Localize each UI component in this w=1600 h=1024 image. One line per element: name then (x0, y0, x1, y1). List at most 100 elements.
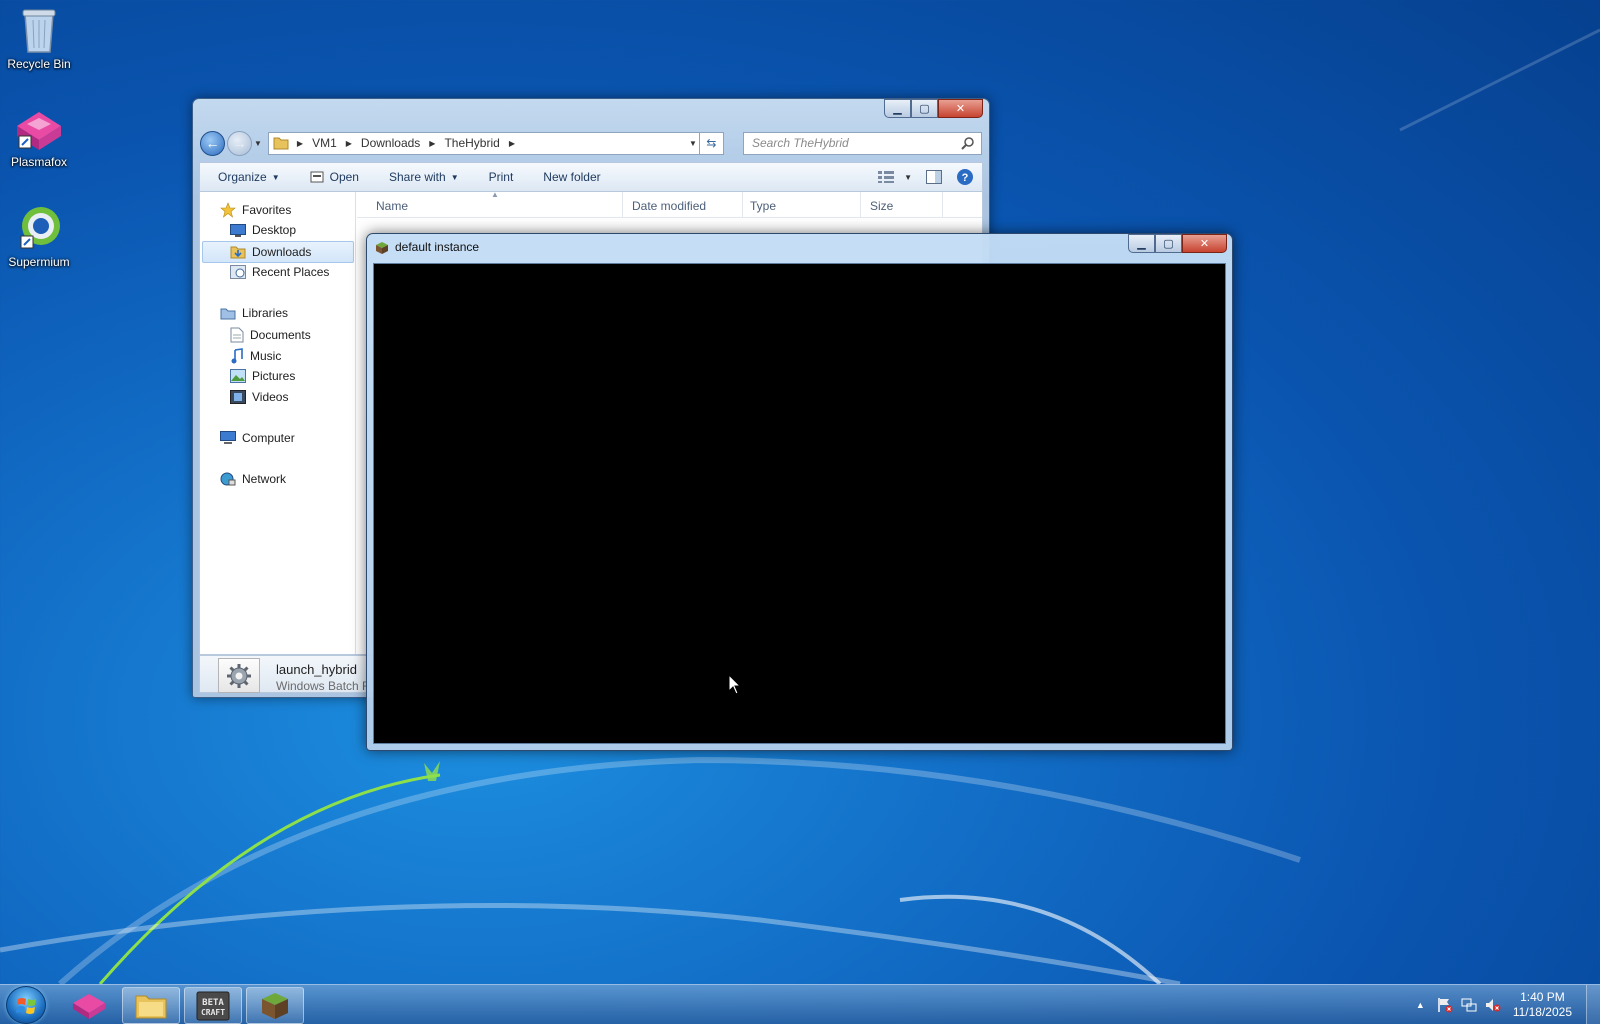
desktop-icon-supermium[interactable]: Supermium (0, 204, 78, 269)
nav-label: Music (250, 349, 282, 363)
back-button[interactable]: ← (200, 130, 225, 156)
column-date-modified[interactable]: Date modified (632, 199, 706, 213)
chevron-down-icon: ▼ (450, 172, 459, 182)
pictures-icon (230, 369, 246, 383)
show-hidden-icons-button[interactable]: ▲ (1416, 1000, 1425, 1010)
nav-label: Downloads (252, 245, 312, 259)
column-type[interactable]: Type (750, 199, 776, 213)
taskbar-plasmafox[interactable] (60, 987, 118, 1024)
search-input[interactable]: Search TheHybrid (743, 131, 982, 155)
svg-text:BETA: BETA (202, 998, 224, 1008)
svg-text:CRAFT: CRAFT (201, 1008, 225, 1017)
nav-favorites[interactable]: Favorites (220, 202, 291, 218)
organize-button[interactable]: Organize ▼ (218, 170, 280, 184)
breadcrumb-separator[interactable]: ▶ (509, 139, 515, 148)
nav-libraries[interactable]: Libraries (220, 306, 288, 320)
plasmafox-icon (17, 112, 61, 150)
batch-file-icon (218, 658, 260, 693)
address-dropdown[interactable]: ▼ (689, 139, 697, 148)
search-placeholder: Search TheHybrid (752, 136, 849, 150)
nav-downloads[interactable]: Downloads (202, 241, 354, 263)
preview-pane-icon[interactable] (926, 170, 942, 184)
close-button[interactable]: ✕ (938, 99, 983, 118)
game-window: default instance ▁ ▢ ✕ (366, 233, 1233, 751)
nav-label: Videos (252, 390, 289, 404)
desktop-icon-label: Recycle Bin (7, 57, 71, 71)
recycle-bin-icon (22, 9, 56, 53)
maximize-button[interactable]: ▢ (911, 99, 938, 118)
action-center-flag-icon[interactable] (1437, 997, 1453, 1013)
clock[interactable]: 1:40 PM 11/18/2025 (1513, 990, 1572, 1020)
view-controls: ▼ ? (878, 168, 974, 186)
star-icon (220, 202, 236, 218)
breadcrumb-separator[interactable]: ▶ (346, 139, 352, 148)
computer-icon (220, 431, 236, 444)
nav-label: Computer (242, 431, 295, 445)
nav-recent-places[interactable]: Recent Places (230, 265, 329, 279)
maximize-button[interactable]: ▢ (1155, 234, 1182, 253)
desktop-icon-recycle-bin[interactable]: Recycle Bin (0, 6, 78, 71)
minecraft-grass-icon (376, 242, 388, 254)
start-button[interactable] (6, 986, 46, 1024)
taskbar: BETA CRAFT ▲ 1:40 PM 11/18/2025 (0, 984, 1600, 1024)
close-button[interactable]: ✕ (1182, 234, 1227, 253)
folder-icon (273, 137, 289, 150)
window-controls: ▁ ▢ ✕ (884, 99, 983, 118)
minimize-button[interactable]: ▁ (884, 99, 911, 118)
breadcrumb-separator[interactable]: ▶ (429, 139, 435, 148)
command-bar: Organize ▼ Open Share with ▼ Print New fol… (199, 162, 983, 192)
nav-pictures[interactable]: Pictures (230, 369, 295, 383)
taskbar-file-explorer[interactable] (122, 987, 180, 1024)
desktop-icon-plasmafox[interactable]: Plasmafox (0, 106, 78, 169)
address-bar[interactable]: ▶ VM1 ▶ Downloads ▶ TheHybrid ▶ ▼ ⇆ (267, 131, 724, 155)
plasmafox-icon (73, 993, 105, 1019)
breadcrumb-vm1[interactable]: VM1 (312, 136, 337, 150)
minimize-button[interactable]: ▁ (1128, 234, 1155, 253)
nav-documents[interactable]: Documents (230, 327, 311, 343)
breadcrumb-thehybrid[interactable]: TheHybrid (444, 136, 499, 150)
downloads-folder-icon (230, 246, 246, 259)
game-canvas[interactable] (373, 263, 1226, 744)
column-divider[interactable] (942, 192, 943, 218)
print-button[interactable]: Print (489, 170, 514, 184)
new-folder-label: New folder (543, 170, 601, 184)
new-folder-button[interactable]: New folder (543, 170, 600, 184)
nav-videos[interactable]: Videos (230, 390, 288, 404)
help-icon[interactable]: ? (956, 168, 974, 186)
details-file-name: launch_hybrid (276, 662, 357, 677)
refresh-button[interactable]: ⇆ (698, 131, 723, 155)
open-label: Open (329, 170, 359, 184)
taskbar-betacraft[interactable]: BETA CRAFT (184, 987, 242, 1024)
nav-network[interactable]: Network (220, 472, 286, 486)
betacraft-icon: BETA CRAFT (196, 991, 230, 1020)
libraries-icon (220, 308, 236, 320)
desktop-icon-label: Supermium (8, 255, 70, 269)
show-desktop-button[interactable] (1586, 985, 1600, 1024)
open-button[interactable]: Open (310, 170, 359, 184)
column-divider[interactable] (860, 192, 861, 218)
column-size[interactable]: Size (870, 199, 893, 213)
chevron-down-icon: ▼ (271, 172, 280, 182)
nav-music[interactable]: Music (230, 348, 281, 364)
column-name[interactable]: Name (376, 199, 408, 213)
svg-text:?: ? (962, 172, 969, 184)
forward-button[interactable]: → (227, 130, 252, 156)
view-list-icon (878, 171, 895, 183)
documents-icon (230, 327, 244, 343)
network-status-icon[interactable] (1461, 997, 1477, 1013)
column-divider[interactable] (742, 192, 743, 218)
change-view-button[interactable]: ▼ (878, 171, 912, 183)
network-icon (220, 472, 236, 486)
nav-label: Pictures (252, 369, 296, 383)
nav-desktop[interactable]: Desktop (230, 223, 296, 237)
videos-icon (230, 390, 246, 404)
breadcrumb-downloads[interactable]: Downloads (361, 136, 420, 150)
recent-places-icon (230, 265, 246, 279)
recent-pages-dropdown[interactable]: ▼ (254, 139, 262, 148)
nav-computer[interactable]: Computer (220, 431, 295, 445)
share-with-button[interactable]: Share with ▼ (389, 170, 459, 184)
column-divider[interactable] (622, 192, 623, 218)
volume-muted-icon[interactable] (1485, 997, 1501, 1013)
system-tray: ▲ 1:40 PM 11/18/2025 (1416, 985, 1600, 1024)
taskbar-minecraft[interactable] (246, 987, 304, 1024)
